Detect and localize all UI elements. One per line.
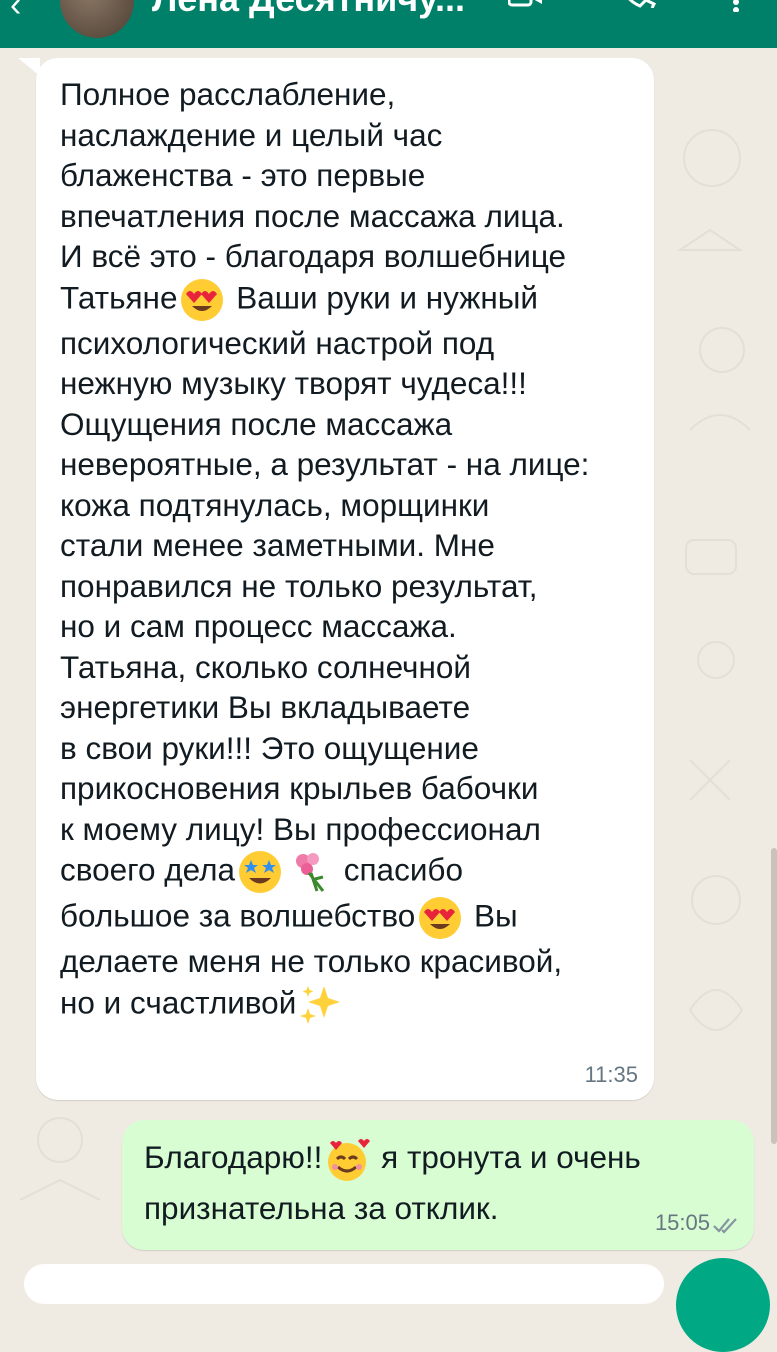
contact-avatar[interactable]	[60, 0, 134, 38]
text-line: Татьяне	[60, 278, 178, 315]
text-line: понравился не только результат,	[60, 567, 538, 604]
back-arrow-icon[interactable]: ‹	[10, 0, 21, 25]
incoming-message-text: Полное расслабление, наслаждение и целый…	[60, 74, 640, 1028]
text-line: энергетики Вы вкладываете	[60, 689, 471, 725]
text-line: Вы	[465, 897, 518, 934]
text-line: Татьяна, сколько солнечной	[60, 648, 471, 685]
text-line: нежную музыку творят чудеса!!!	[60, 365, 527, 401]
message-time: 11:35	[584, 1062, 638, 1087]
bouquet-emoji	[296, 853, 325, 892]
text-line: прикосновения крыльев бабочки	[60, 770, 539, 806]
star-struck-emoji	[239, 851, 281, 893]
text-line: признательна за отклик.	[144, 1189, 499, 1226]
video-call-icon[interactable]	[508, 0, 544, 8]
outgoing-message-bubble[interactable]: Благодарю!! я тронута и очень признатель…	[122, 1120, 754, 1250]
heart-eyes-emoji	[419, 897, 462, 939]
sparkles-emoji	[300, 985, 341, 1024]
text-line: Ваши руки и нужный	[227, 278, 538, 315]
smiling-hearts-emoji	[328, 1138, 371, 1181]
text-line: наслаждение и целый час	[60, 116, 443, 153]
text-line: Благодарю!!	[144, 1139, 323, 1175]
scrollbar-thumb[interactable]	[771, 848, 777, 1144]
text-line: Полное расслабление,	[60, 76, 396, 112]
text-line: но и счастливой	[60, 983, 297, 1020]
text-line: блаженства - это первые	[60, 157, 426, 193]
message-time: 15:05	[654, 1210, 710, 1235]
menu-icon[interactable]	[732, 0, 740, 12]
text-line: большое за волшебство	[60, 897, 416, 934]
text-line: кожа подтянулась, морщинки	[60, 486, 490, 523]
outgoing-message-text: Благодарю!! я тронута и очень признатель…	[144, 1132, 704, 1233]
text-line: в свои руки!!! Это ощущение	[60, 729, 479, 766]
text-line: спасибо	[335, 851, 463, 888]
text-line: психологический настрой под	[60, 324, 495, 361]
next-message-bubble[interactable]	[24, 1264, 664, 1304]
text-line: впечатления после массажа лица.	[60, 197, 565, 234]
text-line: Ощущения после массажа	[60, 405, 453, 442]
phone-call-icon[interactable]	[618, 0, 658, 8]
text-line: невероятные, а результат - на лице:	[60, 446, 590, 482]
text-line: к моему лицу! Вы профессионал	[60, 810, 541, 847]
text-line: своего дела	[60, 851, 235, 888]
chat-header: ‹ Лена Десятничу...	[0, 0, 777, 48]
contact-name[interactable]: Лена Десятничу...	[152, 0, 465, 20]
scroll-down-button[interactable]	[676, 1258, 770, 1352]
text-line: но и сам процесс массажа.	[60, 608, 457, 644]
text-line: И всё это - благодаря волшебнице	[60, 238, 567, 274]
text-line: делаете меня не только красивой,	[60, 943, 563, 979]
text-line: я тронута и очень	[372, 1139, 641, 1175]
heart-eyes-emoji	[181, 278, 224, 321]
text-line: стали менее заметными. Мне	[60, 527, 495, 563]
incoming-message-bubble[interactable]: Полное расслабление, наслаждение и целый…	[36, 58, 654, 1100]
double-check-icon	[713, 1218, 737, 1234]
